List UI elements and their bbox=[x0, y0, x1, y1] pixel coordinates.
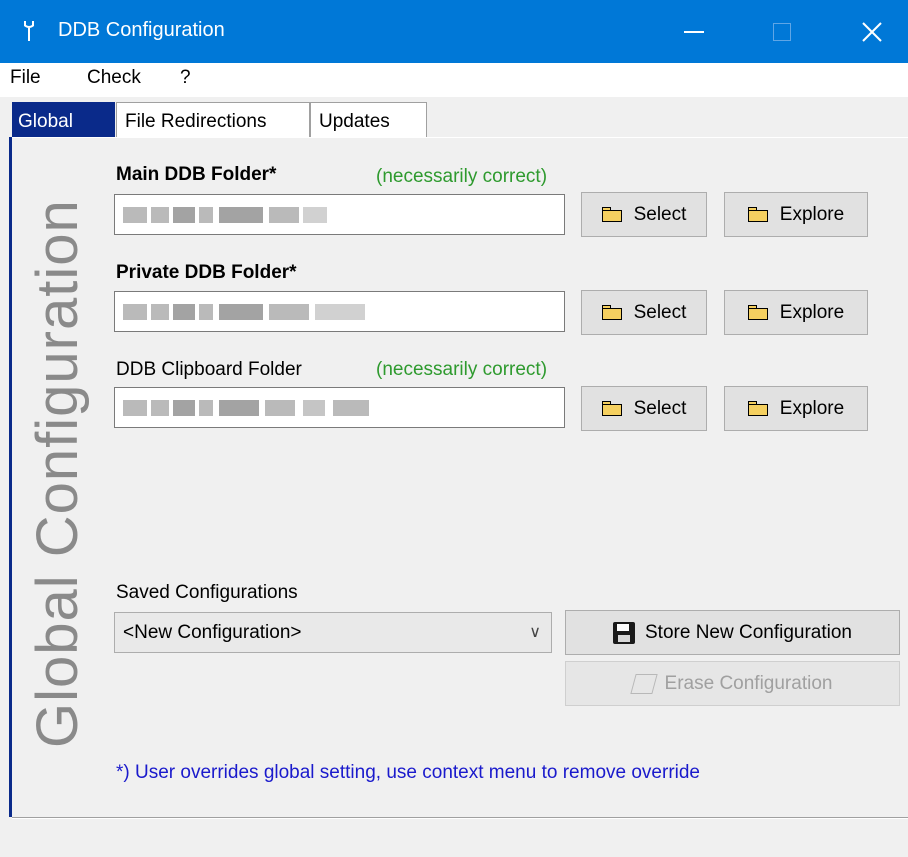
clipboard-folder-input[interactable] bbox=[114, 387, 565, 428]
eraser-icon bbox=[629, 673, 658, 694]
main-folder-input[interactable] bbox=[114, 194, 565, 235]
private-folder-label: Private DDB Folder* bbox=[116, 262, 297, 283]
erase-configuration-button[interactable]: Erase Configuration bbox=[565, 661, 900, 706]
close-icon bbox=[862, 21, 882, 42]
minimize-icon bbox=[684, 30, 704, 33]
store-configuration-button[interactable]: Store New Configuration bbox=[565, 610, 900, 655]
saved-configurations-value: <New Configuration> bbox=[123, 622, 302, 643]
clipboard-folder-hint: (necessarily correct) bbox=[376, 359, 548, 380]
main-folder-label: Main DDB Folder* bbox=[116, 164, 277, 185]
private-select-button[interactable]: Select bbox=[581, 290, 707, 335]
menu-check[interactable]: Check bbox=[87, 67, 141, 89]
main-explore-label: Explore bbox=[779, 203, 845, 225]
close-button[interactable] bbox=[838, 0, 906, 63]
tab-global[interactable]: Global bbox=[12, 102, 115, 138]
title-bar: DDB Configuration bbox=[0, 0, 908, 63]
store-configuration-label: Store New Configuration bbox=[645, 621, 852, 643]
open-folder-icon bbox=[601, 304, 624, 321]
wrench-icon bbox=[24, 21, 34, 41]
menu-file[interactable]: File bbox=[10, 67, 41, 89]
open-folder-icon bbox=[601, 400, 624, 417]
private-folder-input[interactable] bbox=[114, 291, 565, 332]
saved-configurations-select[interactable]: <New Configuration> ∨ bbox=[114, 612, 552, 653]
clipboard-select-button[interactable]: Select bbox=[581, 386, 707, 431]
private-explore-label: Explore bbox=[779, 301, 845, 323]
global-panel bbox=[12, 137, 908, 817]
main-select-button[interactable]: Select bbox=[581, 192, 707, 237]
side-title: Global Configuration bbox=[25, 199, 90, 748]
menu-bar: File Check ? bbox=[0, 63, 908, 97]
minimize-button[interactable] bbox=[660, 0, 728, 63]
status-separator bbox=[12, 817, 908, 819]
chevron-down-icon: ∨ bbox=[529, 624, 541, 641]
clipboard-select-label: Select bbox=[633, 397, 687, 419]
tab-file-redirections[interactable]: File Redirections bbox=[116, 102, 310, 138]
explore-folder-icon bbox=[747, 206, 770, 223]
private-select-label: Select bbox=[633, 301, 687, 323]
tab-updates[interactable]: Updates bbox=[310, 102, 427, 138]
saved-configurations-label: Saved Configurations bbox=[116, 582, 298, 603]
clipboard-folder-label: DDB Clipboard Folder bbox=[116, 359, 302, 380]
window-title: DDB Configuration bbox=[58, 19, 225, 41]
status-bar bbox=[0, 820, 908, 857]
private-explore-button[interactable]: Explore bbox=[724, 290, 868, 335]
explore-folder-icon bbox=[747, 400, 770, 417]
main-select-label: Select bbox=[633, 203, 687, 225]
open-folder-icon bbox=[601, 206, 624, 223]
clipboard-explore-label: Explore bbox=[779, 397, 845, 419]
explore-folder-icon bbox=[747, 304, 770, 321]
menu-help[interactable]: ? bbox=[180, 67, 191, 89]
override-footnote: *) User overrides global setting, use co… bbox=[116, 762, 700, 783]
floppy-disk-icon bbox=[613, 621, 635, 644]
main-folder-hint: (necessarily correct) bbox=[376, 166, 548, 187]
clipboard-explore-button[interactable]: Explore bbox=[724, 386, 868, 431]
maximize-button[interactable] bbox=[748, 0, 816, 63]
erase-configuration-label: Erase Configuration bbox=[664, 672, 833, 694]
maximize-icon bbox=[773, 22, 791, 41]
main-explore-button[interactable]: Explore bbox=[724, 192, 868, 237]
